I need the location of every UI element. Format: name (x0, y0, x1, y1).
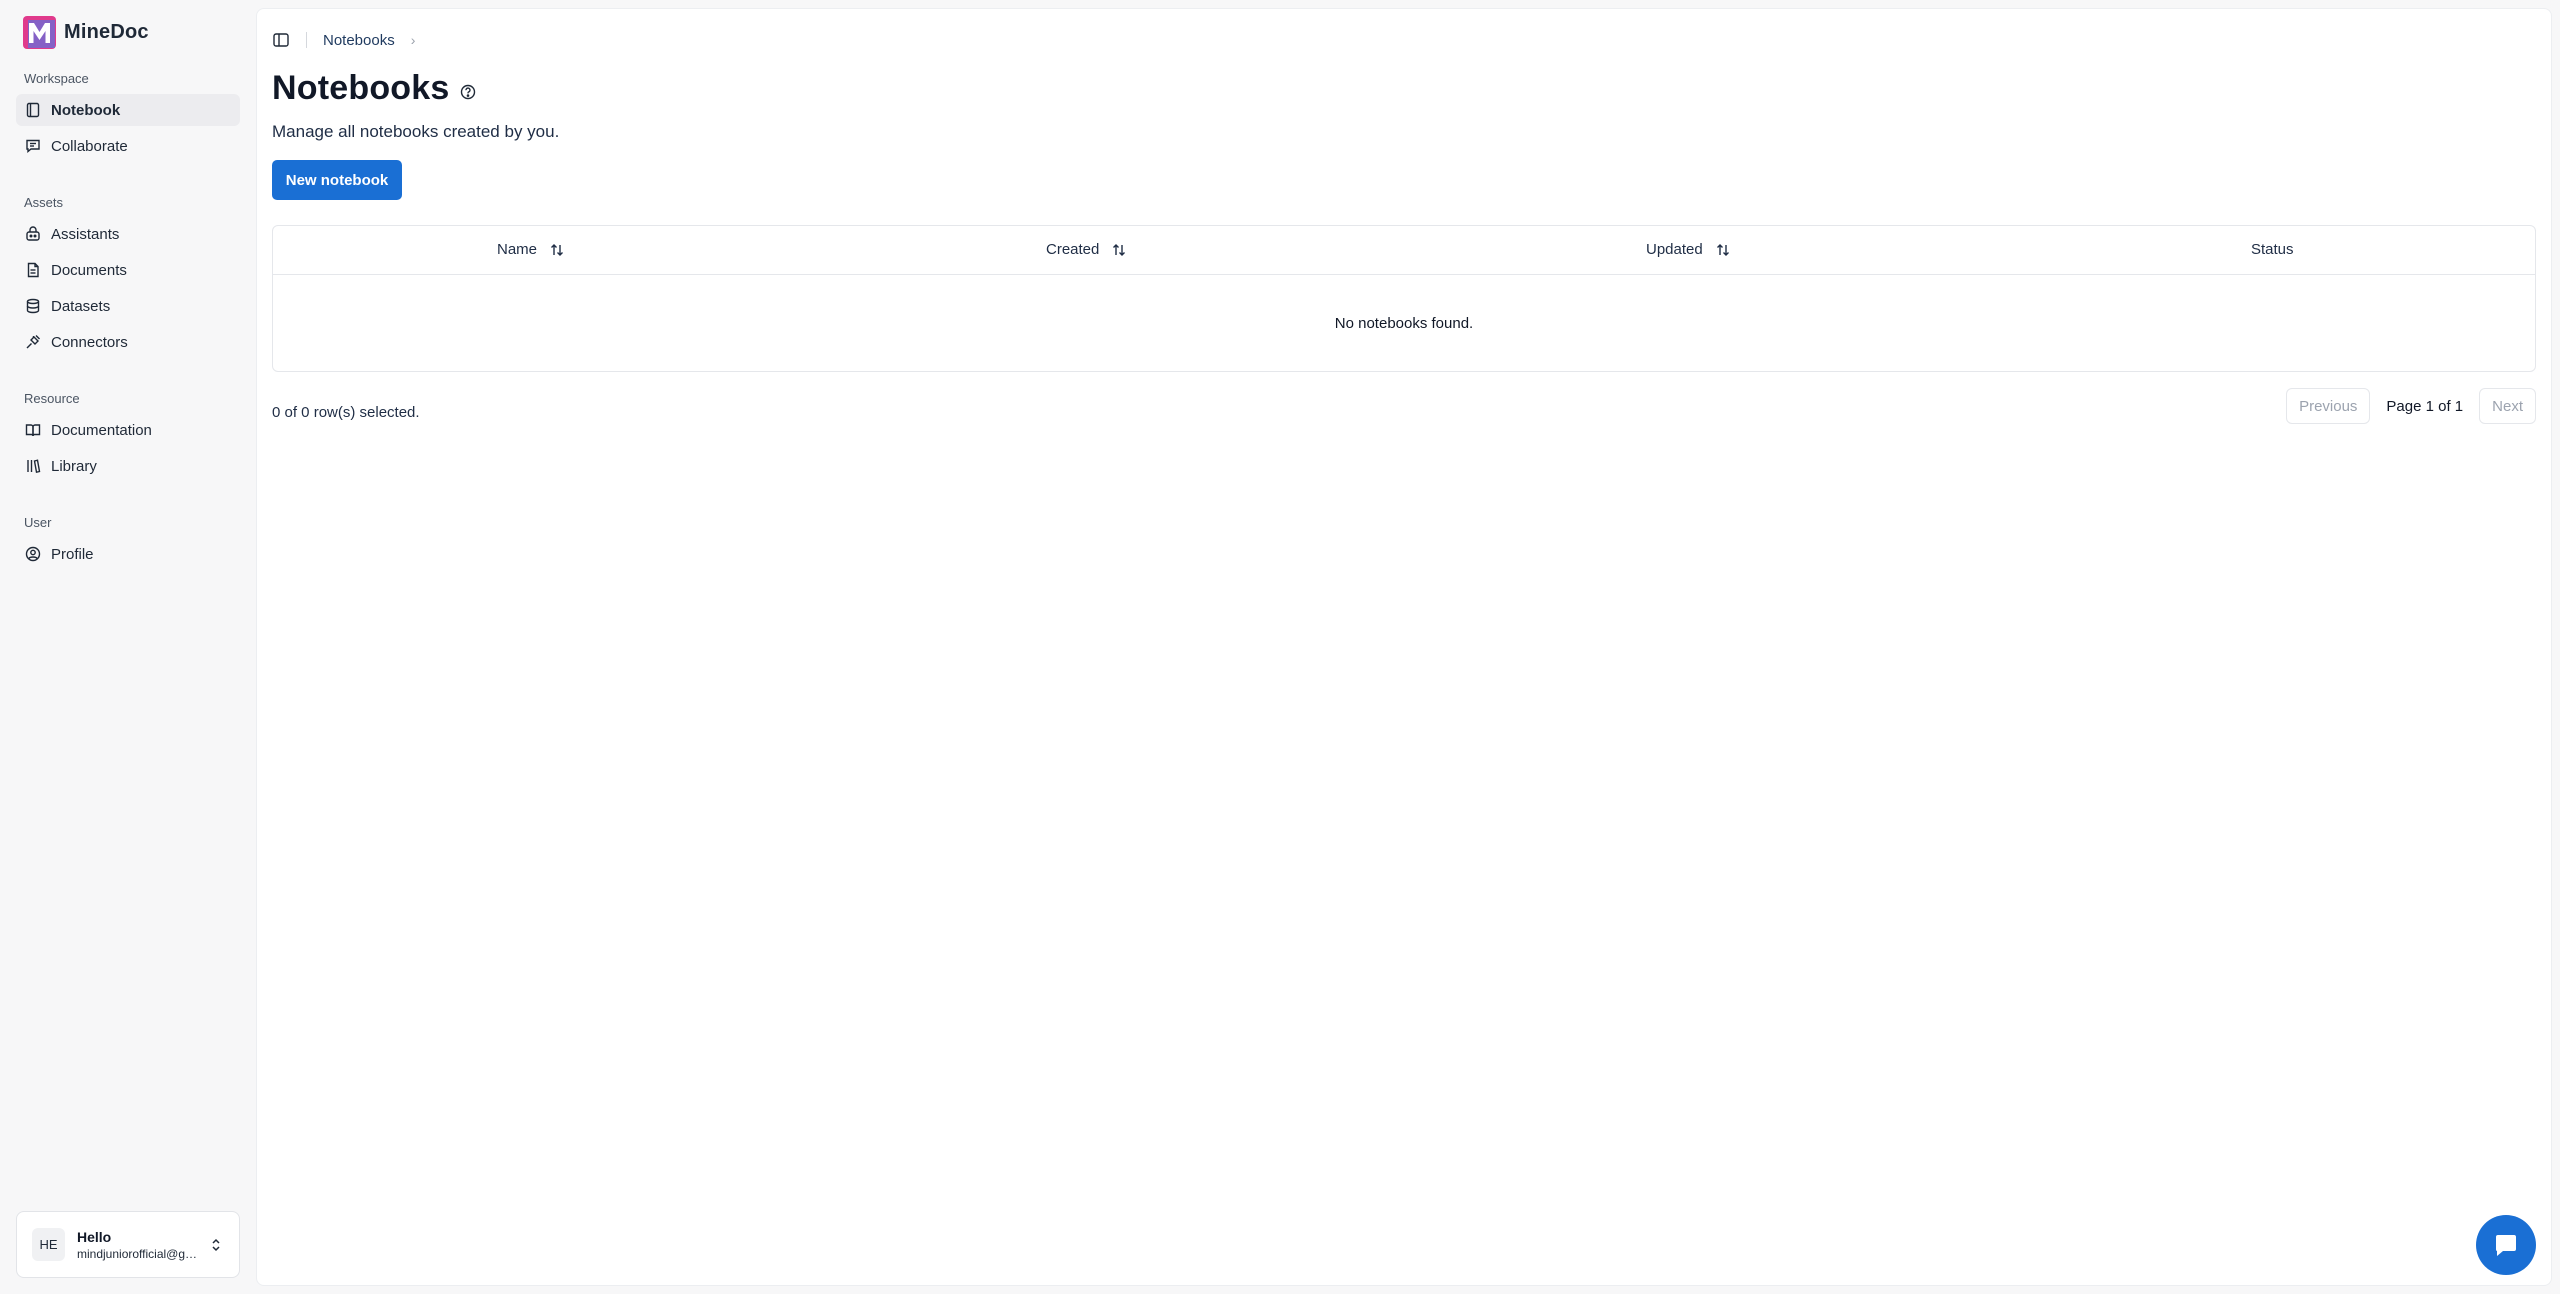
section-label-user: User (24, 515, 52, 530)
brand-name: MineDoc (64, 21, 149, 43)
page-title: Notebooks (272, 69, 450, 107)
sidebar-item-label: Connectors (51, 333, 128, 351)
sidebar-item-profile[interactable]: Profile (16, 538, 240, 570)
chat-support-button[interactable] (2476, 1215, 2536, 1275)
column-label: Updated (1646, 241, 1703, 258)
document-icon (27, 262, 39, 278)
sidebar-item-label: Assistants (51, 225, 120, 243)
column-header-updated[interactable]: Updated (1646, 241, 1731, 258)
library-icon (27, 459, 41, 474)
minedoc-logo-icon (23, 16, 56, 49)
table-header: Name Created Updated Status (273, 226, 2535, 275)
sidebar-toggle-icon[interactable] (272, 31, 290, 49)
breadcrumb-separator: › (410, 32, 416, 48)
sidebar-item-collaborate[interactable]: Collaborate (16, 130, 240, 162)
user-circle-icon (25, 546, 41, 562)
chat-bubble-icon (2496, 1235, 2516, 1256)
help-circle-icon[interactable] (459, 83, 477, 101)
book-open-icon (25, 424, 41, 437)
column-label: Name (497, 241, 538, 258)
previous-page-button[interactable]: Previous (2286, 388, 2371, 424)
sidebar-item-label: Notebook (51, 101, 121, 119)
sidebar-item-label: Documents (51, 261, 127, 279)
sidebar-item-label: Collaborate (51, 137, 128, 155)
topbar: Notebooks › (272, 31, 415, 49)
section-label-workspace: Workspace (24, 71, 89, 86)
column-header-created[interactable]: Created (1046, 241, 1127, 258)
sidebar-item-library[interactable]: Library (16, 450, 240, 482)
sidebar-item-label: Datasets (51, 297, 111, 315)
main-panel: Notebooks › Notebooks Manage all noteboo… (256, 8, 2552, 1286)
sidebar-item-assistants[interactable]: Assistants (16, 218, 240, 250)
chevrons-up-down-icon (212, 1238, 220, 1252)
user-email: mindjuniorofficial@gmail.com (77, 1246, 205, 1261)
section-label-resource: Resource (24, 391, 80, 406)
sort-icon (551, 243, 564, 256)
page-subtitle: Manage all notebooks created by you. (272, 122, 560, 141)
user-name: Hello (77, 1228, 112, 1245)
avatar: HE (32, 1228, 65, 1261)
breadcrumb-notebooks[interactable]: Notebooks (323, 32, 395, 49)
table-empty-state: No notebooks found. (1334, 315, 1474, 332)
section-label-assets: Assets (24, 195, 64, 210)
column-label: Status (2251, 241, 2294, 258)
notebook-icon (26, 102, 40, 118)
page-header: Notebooks (272, 69, 477, 108)
chat-icon (26, 139, 40, 153)
divider (306, 32, 307, 48)
column-label: Created (1046, 241, 1100, 258)
sidebar: MineDoc Workspace Notebook Collaborate A… (0, 0, 256, 1294)
sidebar-item-label: Profile (51, 545, 94, 563)
notebooks-table: Name Created Updated Status No notebooks… (272, 225, 2536, 372)
column-header-name[interactable]: Name (497, 241, 565, 258)
sort-icon (1716, 243, 1729, 256)
user-menu[interactable]: HE Hello mindjuniorofficial@gmail.com (16, 1211, 240, 1278)
sidebar-item-documentation[interactable]: Documentation (16, 414, 240, 446)
pagination: Previous Page 1 of 1 Next (2286, 388, 2536, 424)
selection-count: 0 of 0 row(s) selected. (272, 404, 420, 421)
sidebar-item-label: Library (51, 457, 97, 475)
sidebar-item-connectors[interactable]: Connectors (16, 326, 240, 358)
sidebar-item-notebook[interactable]: Notebook (16, 94, 240, 126)
database-icon (26, 298, 40, 314)
sidebar-item-documents[interactable]: Documents (16, 254, 240, 286)
sidebar-item-datasets[interactable]: Datasets (16, 290, 240, 322)
next-page-button[interactable]: Next (2479, 388, 2536, 424)
column-header-status: Status (2251, 241, 2294, 258)
sidebar-item-label: Documentation (51, 421, 152, 439)
page-indicator: Page 1 of 1 (2386, 397, 2464, 415)
sort-icon (1113, 243, 1126, 256)
new-notebook-button[interactable]: New notebook (272, 160, 402, 200)
bot-icon (26, 226, 40, 241)
plug-icon (26, 335, 40, 349)
brand[interactable]: MineDoc (23, 16, 149, 49)
